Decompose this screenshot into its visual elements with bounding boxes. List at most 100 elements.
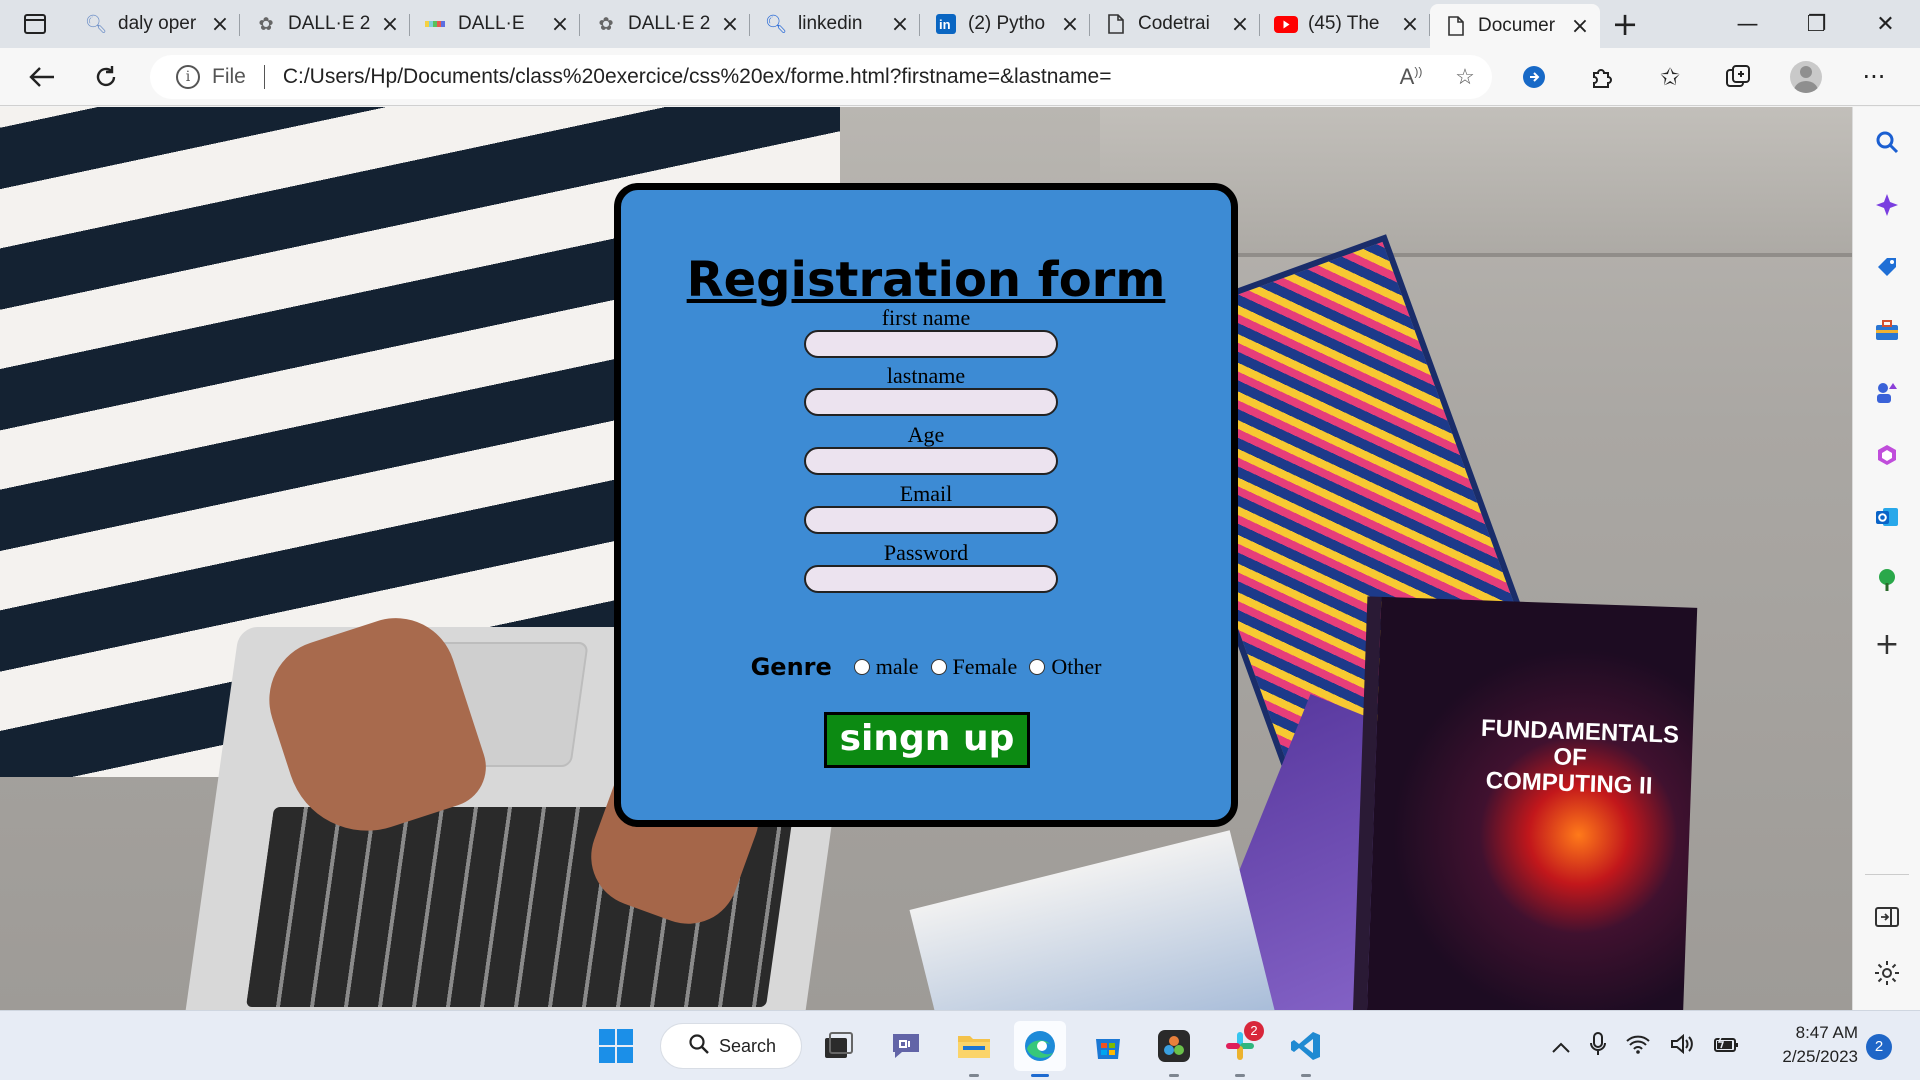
- favorites-icon[interactable]: ✩: [1636, 48, 1704, 106]
- profile-avatar[interactable]: [1772, 48, 1840, 106]
- browser-toolbar: i File C:/Users/Hp/Documents/class%20exe…: [0, 48, 1920, 106]
- running-indicator: [969, 1074, 979, 1077]
- add-favorite-icon[interactable]: ☆: [1438, 64, 1492, 90]
- battery-icon[interactable]: [1714, 1034, 1740, 1058]
- start-button[interactable]: [590, 1021, 642, 1071]
- genre-radio-female[interactable]: [930, 659, 947, 675]
- close-window-button[interactable]: ✕: [1851, 0, 1920, 48]
- sidebar-copilot-sparkle-icon[interactable]: [1867, 185, 1907, 225]
- sidebar-search-icon[interactable]: [1867, 122, 1907, 162]
- close-tab-icon[interactable]: ×: [890, 12, 910, 37]
- tab-title: Codetrai: [1138, 13, 1210, 34]
- tab-actions-icon: [24, 14, 46, 34]
- teams-chat-button[interactable]: [880, 1021, 932, 1071]
- vscode-button[interactable]: [1280, 1021, 1332, 1077]
- vscode-icon: [1291, 1032, 1320, 1060]
- close-tab-icon[interactable]: ×: [550, 12, 570, 37]
- slack-button[interactable]: 2: [1214, 1021, 1266, 1077]
- extensions-icon[interactable]: [1568, 48, 1636, 106]
- minimize-button[interactable]: —: [1713, 0, 1782, 48]
- edge-browser-button[interactable]: [1014, 1021, 1066, 1077]
- system-clock[interactable]: 8:47 AM 2/25/2023: [1768, 1021, 1858, 1069]
- store-icon: [1096, 1039, 1120, 1059]
- url-text[interactable]: C:/Users/Hp/Documents/class%20exercice/c…: [283, 65, 1384, 89]
- collections-icon[interactable]: [1704, 48, 1772, 106]
- first-name-input[interactable]: [804, 330, 1058, 358]
- close-tab-icon[interactable]: ×: [380, 12, 400, 37]
- read-aloud-icon[interactable]: A)): [1384, 64, 1438, 90]
- microsoft-store-button[interactable]: [1082, 1021, 1134, 1071]
- task-view-icon: [825, 1032, 853, 1058]
- close-tab-icon[interactable]: ×: [1060, 12, 1080, 37]
- refresh-button[interactable]: [74, 48, 138, 106]
- sidebar-hide-icon[interactable]: [1867, 897, 1907, 937]
- sidebar-add-icon[interactable]: +: [1867, 624, 1907, 664]
- tab-actions-button[interactable]: [0, 0, 70, 48]
- windows-taskbar: Search 2 8:47 AM 2/25/2023 2: [0, 1010, 1920, 1080]
- running-indicator: [1169, 1074, 1179, 1077]
- tab-codetrain[interactable]: Codetrai ×: [1090, 4, 1260, 44]
- sidebar-tree-icon[interactable]: [1867, 560, 1907, 600]
- tab-dalle[interactable]: DALL·E ×: [410, 4, 580, 44]
- genre-label: Genre: [750, 653, 832, 681]
- close-tab-icon[interactable]: ×: [1400, 12, 1420, 37]
- folder-icon: [958, 1036, 990, 1058]
- tab-youtube[interactable]: (45) The ×: [1260, 4, 1430, 44]
- tab-document-active[interactable]: Documer ×: [1430, 4, 1600, 48]
- volume-icon[interactable]: [1670, 1033, 1694, 1059]
- age-input[interactable]: [804, 447, 1058, 475]
- close-tab-icon[interactable]: ×: [210, 12, 230, 37]
- signup-button[interactable]: singn up: [824, 712, 1030, 768]
- age-label: Age: [907, 422, 945, 447]
- background-book-title: FUNDAMENTALS OF COMPUTING II: [1480, 714, 1680, 800]
- file-explorer-button[interactable]: [948, 1021, 1000, 1077]
- last-name-input[interactable]: [804, 388, 1058, 416]
- genre-option-label: male: [875, 654, 919, 679]
- tab-dalle-2[interactable]: ✿ DALL·E 2 ×: [240, 4, 410, 44]
- email-input[interactable]: [804, 506, 1058, 534]
- restore-button[interactable]: ❐: [1782, 0, 1851, 48]
- extension-badge-icon[interactable]: [1500, 48, 1568, 106]
- sidebar-office-icon[interactable]: [1867, 435, 1907, 475]
- linkedin-icon: in: [934, 12, 958, 36]
- search-label: Search: [719, 1035, 777, 1056]
- tab-title: linkedin: [798, 13, 863, 34]
- new-tab-button[interactable]: +: [1600, 4, 1650, 44]
- tab-dalle-2b[interactable]: ✿ DALL·E 2 ×: [580, 4, 750, 44]
- genre-radio-male[interactable]: [853, 659, 870, 675]
- taskbar-search-box[interactable]: Search: [660, 1023, 802, 1069]
- back-button[interactable]: [10, 48, 74, 106]
- tab-search-linkedin[interactable]: 🔍︎ linkedin ×: [750, 4, 920, 44]
- davinci-resolve-button[interactable]: [1148, 1021, 1200, 1077]
- tab-title: Documer: [1478, 15, 1556, 36]
- close-tab-icon[interactable]: ×: [1570, 14, 1590, 39]
- sidebar-games-icon[interactable]: [1867, 372, 1907, 412]
- more-menu-icon[interactable]: ···: [1840, 48, 1908, 106]
- davinci-icon: [1158, 1030, 1190, 1062]
- close-tab-icon[interactable]: ×: [1230, 12, 1250, 37]
- chat-icon: [893, 1034, 919, 1058]
- sidebar-outlook-icon[interactable]: [1867, 497, 1907, 537]
- task-view-button[interactable]: [812, 1021, 864, 1071]
- search-icon: [689, 1033, 709, 1059]
- openai-icon: ✿: [258, 13, 274, 35]
- page-icon: [1444, 14, 1468, 38]
- tab-title: DALL·E 2: [288, 13, 370, 34]
- genre-radio-other[interactable]: [1029, 659, 1046, 675]
- microphone-icon[interactable]: [1590, 1031, 1606, 1061]
- close-tab-icon[interactable]: ×: [720, 12, 740, 37]
- sidebar-settings-icon[interactable]: [1867, 953, 1907, 993]
- sidebar-tools-icon[interactable]: [1867, 310, 1907, 350]
- sidebar-shopping-tag-icon[interactable]: [1867, 247, 1907, 287]
- genre-option-label: Other: [1051, 654, 1102, 679]
- address-bar[interactable]: i File C:/Users/Hp/Documents/class%20exe…: [150, 55, 1492, 99]
- password-input[interactable]: [804, 565, 1058, 593]
- tab-strip: 🔍︎ daly oper × ✿ DALL·E 2 × DALL·E × ✿ D…: [0, 0, 1920, 48]
- wifi-icon[interactable]: [1626, 1034, 1650, 1059]
- show-hidden-icons-chevron-icon[interactable]: [1552, 1034, 1570, 1058]
- tab-linkedin-python[interactable]: in (2) Pytho ×: [920, 4, 1090, 44]
- site-info-icon[interactable]: i: [176, 65, 200, 89]
- running-indicator: [1301, 1074, 1311, 1077]
- notification-badge[interactable]: 2: [1866, 1034, 1892, 1060]
- tab-search-daly[interactable]: 🔍︎ daly oper ×: [70, 4, 240, 44]
